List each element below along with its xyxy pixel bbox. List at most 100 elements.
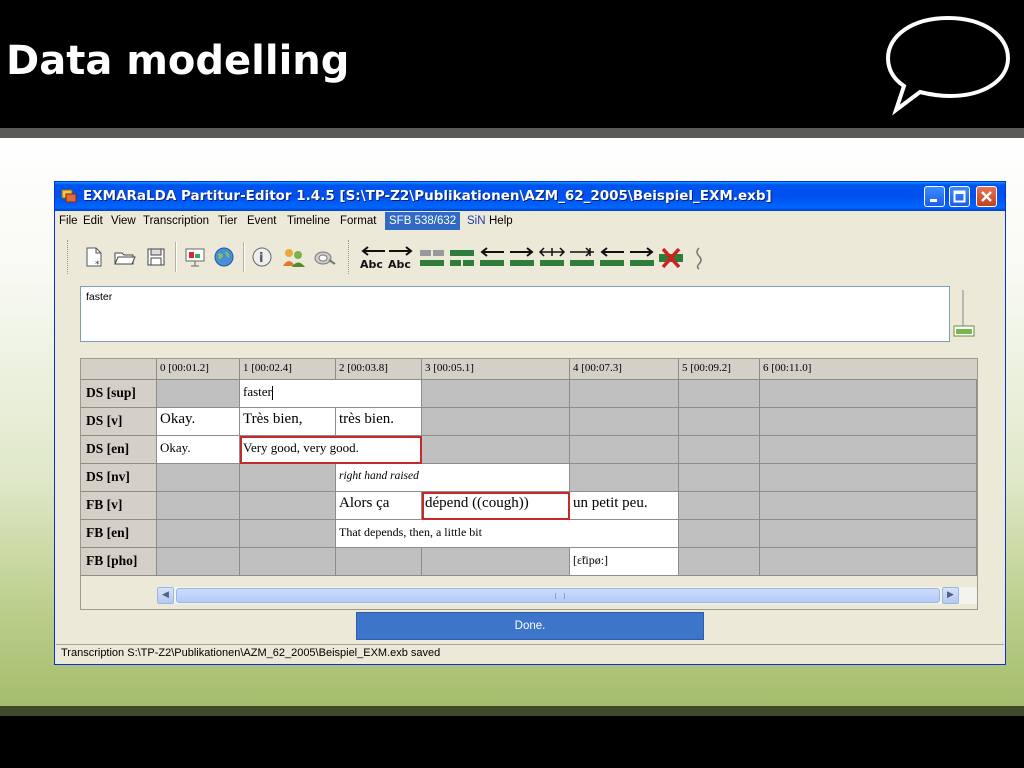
- menu-edit[interactable]: Edit: [83, 215, 103, 227]
- menu-sfb[interactable]: SFB 538/632: [385, 212, 461, 230]
- menu-file[interactable]: File: [59, 215, 78, 227]
- event-cell-empty[interactable]: [422, 408, 570, 436]
- toolbar-grip[interactable]: [348, 240, 352, 274]
- tier-label[interactable]: DS [en]: [81, 436, 157, 464]
- close-button[interactable]: [976, 186, 997, 207]
- extend-right-icon[interactable]: [628, 246, 656, 270]
- event-cell-empty[interactable]: [679, 380, 760, 408]
- maximize-button[interactable]: [949, 186, 970, 207]
- event-cell-empty[interactable]: [760, 380, 977, 408]
- event-cell[interactable]: Alors ça: [336, 492, 422, 520]
- event-cell-empty[interactable]: [760, 464, 977, 492]
- move-right-icon[interactable]: [508, 246, 536, 270]
- split-icon[interactable]: [448, 246, 476, 270]
- move-left-icon[interactable]: [478, 246, 506, 270]
- shift-right-abc-icon[interactable]: Abc: [387, 246, 415, 270]
- size-slider[interactable]: [953, 288, 975, 340]
- menu-format[interactable]: Format: [340, 215, 376, 227]
- event-cell-empty[interactable]: [422, 548, 570, 576]
- event-cell[interactable]: Très bien,: [240, 408, 336, 436]
- event-cell-selected[interactable]: Very good, very good.: [240, 436, 422, 464]
- event-cell-empty[interactable]: [679, 520, 760, 548]
- event-cell-empty[interactable]: [157, 464, 240, 492]
- event-cell-empty[interactable]: [157, 548, 240, 576]
- event-cell[interactable]: très bien.: [336, 408, 422, 436]
- timeline-header[interactable]: 4 [00:07.3]: [570, 359, 679, 380]
- event-cell-empty[interactable]: [422, 380, 570, 408]
- timeline-header[interactable]: 2 [00:03.8]: [336, 359, 422, 380]
- event-text-editor[interactable]: faster: [80, 286, 950, 342]
- toolbar-grip[interactable]: [67, 240, 71, 274]
- event-cell[interactable]: right hand raised: [336, 464, 570, 492]
- event-cell-empty[interactable]: [570, 436, 679, 464]
- event-cell-empty[interactable]: [679, 436, 760, 464]
- event-cell-empty[interactable]: [679, 492, 760, 520]
- shift-left-abc-icon[interactable]: Abc: [359, 246, 387, 270]
- timeline-header[interactable]: 1 [00:02.4]: [240, 359, 336, 380]
- tier-label[interactable]: FB [v]: [81, 492, 157, 520]
- merge-icon[interactable]: [418, 246, 446, 270]
- tier-label[interactable]: DS [nv]: [81, 464, 157, 492]
- event-cell[interactable]: Okay.: [157, 408, 240, 436]
- event-cell-empty[interactable]: [240, 548, 336, 576]
- menu-help[interactable]: Help: [489, 215, 513, 227]
- save-icon[interactable]: [145, 246, 167, 268]
- globe-icon[interactable]: [213, 246, 235, 268]
- event-cell-empty[interactable]: [679, 408, 760, 436]
- event-cell-empty[interactable]: [760, 492, 977, 520]
- event-cell-empty[interactable]: [679, 464, 760, 492]
- menu-sin[interactable]: SiN: [467, 215, 486, 227]
- event-cell[interactable]: un petit peu.: [570, 492, 679, 520]
- shrink-icon[interactable]: [568, 246, 596, 270]
- event-cell-empty[interactable]: [679, 548, 760, 576]
- scroll-left-button[interactable]: ◀: [157, 587, 174, 604]
- event-cell-empty[interactable]: [240, 492, 336, 520]
- event-cell-empty[interactable]: [240, 464, 336, 492]
- event-cell-empty[interactable]: [240, 520, 336, 548]
- window-titlebar[interactable]: EXMARaLDA Partitur-Editor 1.4.5 [S:\TP-Z…: [55, 182, 1005, 211]
- event-cell[interactable]: [ɛ̃tipø:]: [570, 548, 679, 576]
- event-cell-empty[interactable]: [157, 492, 240, 520]
- event-cell[interactable]: faster: [240, 380, 422, 408]
- squiggle-icon[interactable]: [693, 246, 705, 270]
- minimize-button[interactable]: [924, 186, 945, 207]
- timeline-header[interactable]: 6 [00:11.0]: [760, 359, 977, 380]
- new-file-icon[interactable]: *: [83, 246, 105, 268]
- event-cell[interactable]: Okay.: [157, 436, 240, 464]
- event-cell-empty[interactable]: [157, 520, 240, 548]
- event-cell-empty[interactable]: [760, 436, 977, 464]
- menu-transcription[interactable]: Transcription: [143, 215, 209, 227]
- event-cell-empty[interactable]: [422, 436, 570, 464]
- menu-tier[interactable]: Tier: [218, 215, 237, 227]
- delete-icon[interactable]: [657, 246, 685, 270]
- event-cell-empty[interactable]: [760, 548, 977, 576]
- event-cell[interactable]: That depends, then, a little bit: [336, 520, 679, 548]
- search-icon[interactable]: [313, 246, 337, 268]
- event-cell-empty[interactable]: [570, 408, 679, 436]
- menu-view[interactable]: View: [111, 215, 136, 227]
- scroll-right-button[interactable]: ▶: [942, 587, 959, 604]
- menu-timeline[interactable]: Timeline: [287, 215, 330, 227]
- event-cell-empty[interactable]: [157, 380, 240, 408]
- expand-icon[interactable]: [538, 246, 566, 270]
- timeline-header[interactable]: 0 [00:01.2]: [157, 359, 240, 380]
- event-cell-empty[interactable]: [570, 464, 679, 492]
- tier-label[interactable]: DS [sup]: [81, 380, 157, 408]
- event-cell-selected[interactable]: dépend ((cough)): [422, 492, 570, 520]
- timeline-header[interactable]: 5 [00:09.2]: [679, 359, 760, 380]
- info-icon[interactable]: i: [251, 246, 273, 268]
- tier-label[interactable]: FB [en]: [81, 520, 157, 548]
- presentation-icon[interactable]: [183, 246, 207, 268]
- event-cell-empty[interactable]: [570, 380, 679, 408]
- event-cell-empty[interactable]: [760, 408, 977, 436]
- event-cell-empty[interactable]: [760, 520, 977, 548]
- open-folder-icon[interactable]: [113, 246, 137, 268]
- horizontal-scrollbar[interactable]: ◀ ▶: [157, 587, 977, 604]
- tier-label[interactable]: FB [pho]: [81, 548, 157, 576]
- tier-label[interactable]: DS [v]: [81, 408, 157, 436]
- extend-left-icon[interactable]: [598, 246, 626, 270]
- speakers-icon[interactable]: [281, 246, 307, 268]
- menu-event[interactable]: Event: [247, 215, 276, 227]
- scroll-thumb[interactable]: [176, 588, 940, 603]
- event-cell-empty[interactable]: [336, 548, 422, 576]
